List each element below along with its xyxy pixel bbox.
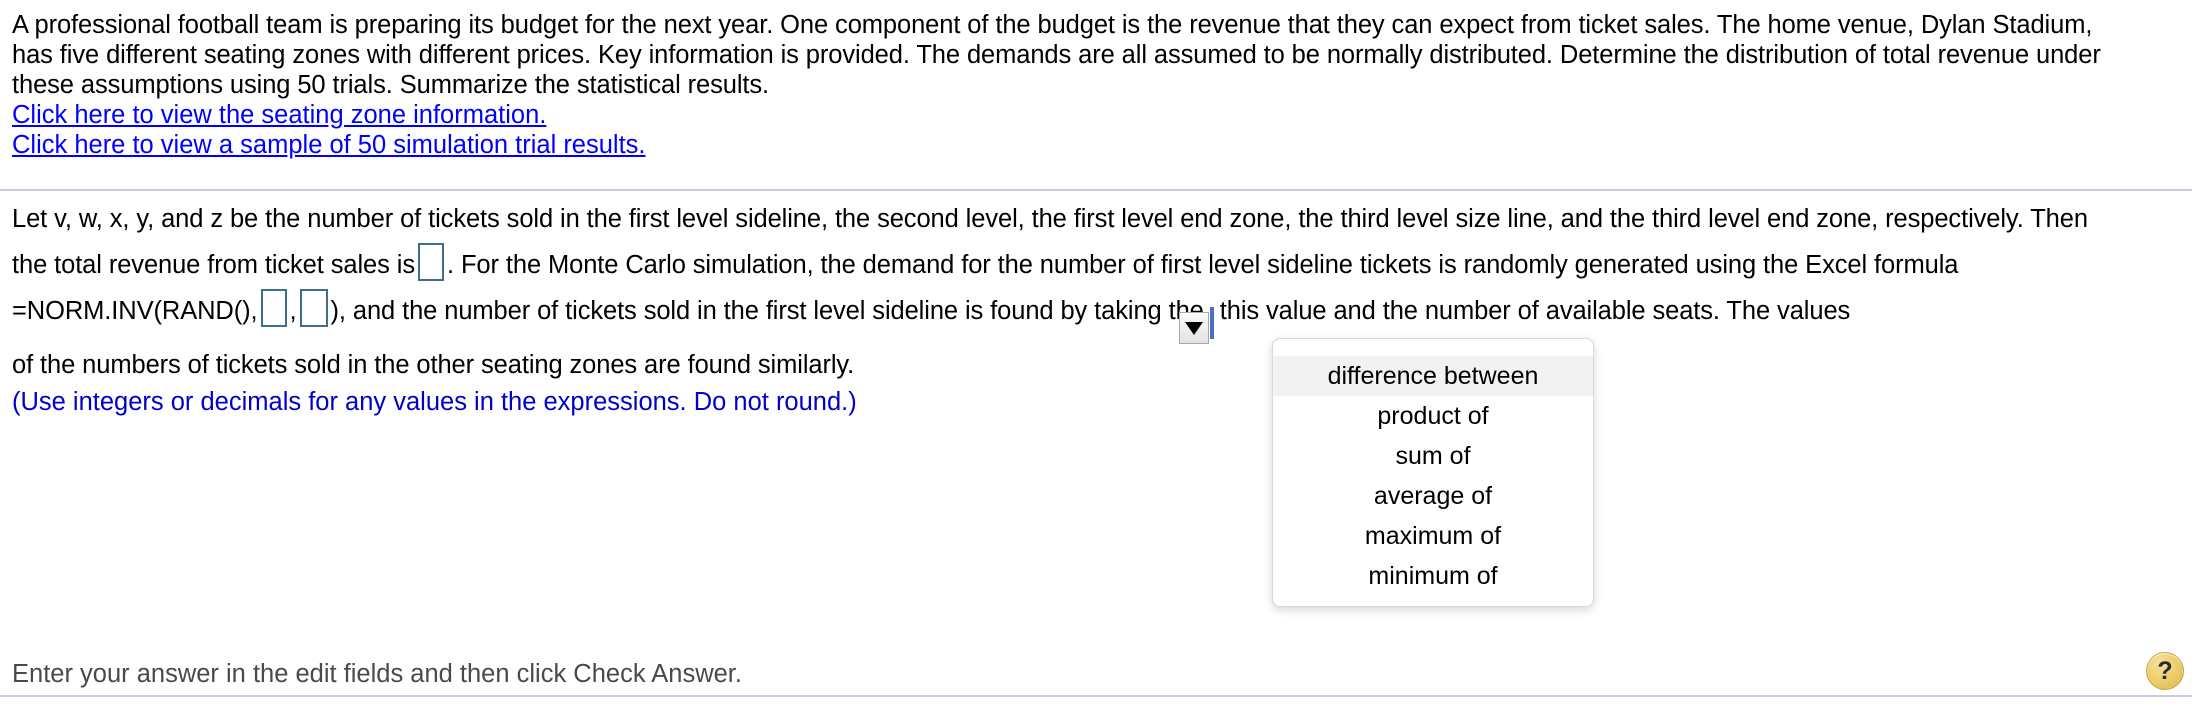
answer-text: this value and the number of available s… (1219, 297, 1851, 325)
chevron-down-icon[interactable] (1178, 312, 1209, 344)
answer-text: , (289, 297, 297, 325)
answer-text: ), and the number of tickets sold in the… (330, 297, 1204, 325)
answer-line-total-revenue: the total revenue from ticket sales is . … (12, 242, 2180, 288)
dropdown-option-average-of[interactable]: average of (1273, 476, 1593, 516)
problem-statement: A professional football team is preparin… (0, 0, 2192, 166)
operation-combobox[interactable] (1178, 307, 1214, 344)
dropdown-option-sum-of[interactable]: sum of (1273, 436, 1593, 476)
answer-text: . For the Monte Carlo simulation, the de… (446, 251, 1959, 279)
dropdown-option-product-of[interactable]: product of (1273, 396, 1593, 436)
dropdown-option-difference-between[interactable]: difference between (1273, 356, 1593, 396)
footer-divider (0, 695, 2192, 697)
answer-text: Let v, w, x, y, and z be the number of t… (12, 205, 2088, 233)
answer-work-area: Let v, w, x, y, and z be the number of t… (0, 196, 2192, 420)
answer-hint-text: Enter your answer in the edit fields and… (12, 660, 742, 688)
operation-dropdown-list[interactable]: difference between product of sum of ave… (1272, 338, 1594, 607)
operation-combobox-wrapper (1178, 300, 1214, 346)
answer-text: =NORM.INV(RAND(), (12, 297, 258, 325)
answer-text: the total revenue from ticket sales is (12, 251, 415, 279)
answer-line-other-zones: of the numbers of tickets sold in the ot… (12, 346, 2180, 384)
answer-text: of the numbers of tickets sold in the ot… (12, 351, 855, 379)
seating-zone-info-link[interactable]: Click here to view the seating zone info… (12, 100, 546, 130)
total-revenue-input[interactable] (417, 243, 444, 281)
section-divider (0, 189, 2192, 191)
rounding-note: (Use integers or decimals for any values… (12, 388, 857, 416)
norminv-stdev-input[interactable] (299, 289, 328, 327)
answer-line-definitions: Let v, w, x, y, and z be the number of t… (12, 196, 2180, 242)
norminv-mean-input[interactable] (260, 289, 287, 327)
dropdown-option-minimum-of[interactable]: minimum of (1273, 556, 1593, 596)
simulation-trial-results-link[interactable]: Click here to view a sample of 50 simula… (12, 130, 646, 160)
help-button[interactable]: ? (2146, 652, 2184, 690)
problem-statement-line: A professional football team is preparin… (12, 11, 2093, 39)
answer-line-norminv: =NORM.INV(RAND(),, ), and the number of t… (12, 288, 2180, 346)
problem-statement-line: has five different seating zones with di… (12, 41, 2101, 69)
problem-statement-line: these assumptions using 50 trials. Summa… (12, 71, 770, 99)
dropdown-option-maximum-of[interactable]: maximum of (1273, 516, 1593, 556)
